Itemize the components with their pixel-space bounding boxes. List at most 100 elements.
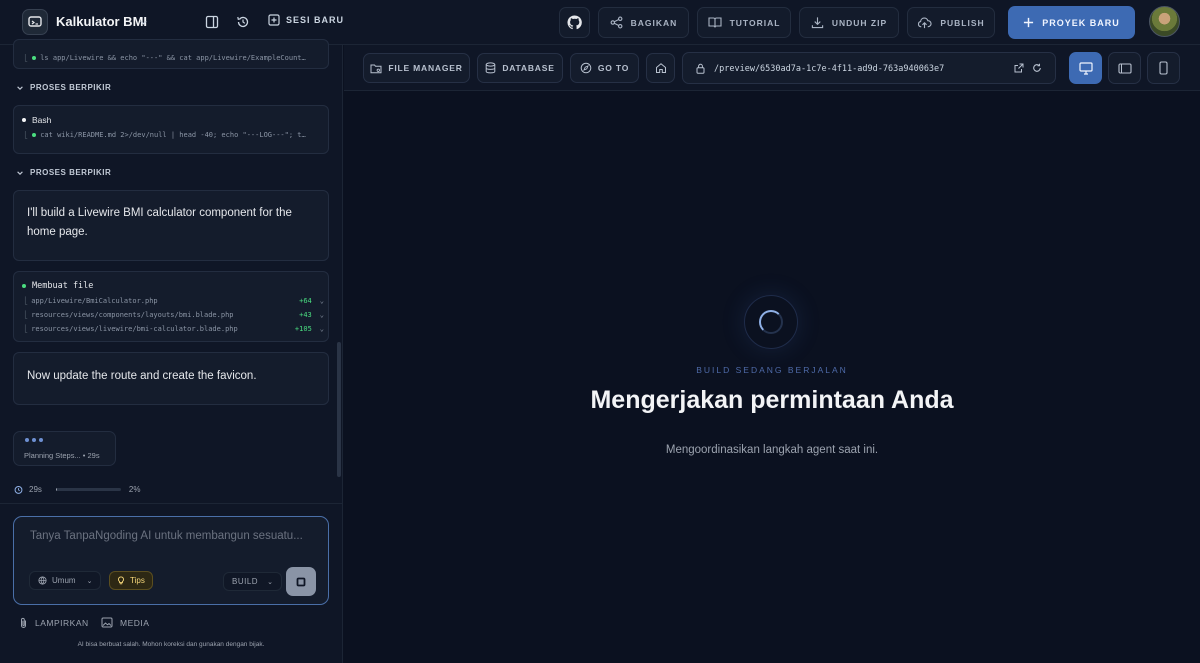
url-text: /preview/6530ad7a-1c7e-4f11-ad9d-763a940… bbox=[714, 64, 945, 74]
assistant-message-2: Now update the route and create the favi… bbox=[13, 352, 329, 405]
smartphone-icon bbox=[1159, 61, 1168, 75]
divider bbox=[0, 503, 342, 504]
preview-subtext: Mengoordinasikan langkah agent saat ini. bbox=[665, 444, 879, 456]
home-button[interactable] bbox=[646, 53, 675, 83]
desktop-view-button[interactable] bbox=[1069, 52, 1102, 84]
file-row[interactable]: ⎣ resources/views/livewire/bmi-calculator… bbox=[24, 325, 324, 333]
folder-icon bbox=[370, 64, 382, 73]
file-added-count: +64 bbox=[299, 297, 312, 305]
history-icon[interactable] bbox=[234, 13, 252, 31]
build-mode-select[interactable]: BUILD ⌄ bbox=[223, 572, 283, 591]
tablet-view-button[interactable] bbox=[1108, 52, 1141, 84]
thinking-section-toggle[interactable]: PROSES BERPIKIR bbox=[16, 83, 111, 92]
download-icon bbox=[811, 17, 824, 29]
lightbulb-icon bbox=[118, 576, 124, 585]
download-zip-button[interactable]: UNDUH ZIP bbox=[799, 7, 899, 38]
chevron-down-icon: ⌄ bbox=[86, 577, 93, 585]
success-dot-icon bbox=[32, 56, 37, 60]
lock-icon bbox=[696, 63, 705, 74]
chat-input[interactable] bbox=[30, 530, 315, 542]
chevron-down-icon bbox=[17, 85, 23, 90]
share-button[interactable]: BAGIKAN bbox=[598, 7, 689, 38]
plus-icon bbox=[1024, 17, 1034, 28]
avatar[interactable] bbox=[1149, 6, 1180, 37]
share-label: BAGIKAN bbox=[630, 17, 678, 28]
chat-panel: ⎣ ls app/Livewire && echo "---" && cat a… bbox=[0, 39, 343, 663]
build-mode-label: BUILD bbox=[232, 577, 259, 586]
bash-command-text: cat wiki/README.md 2>/dev/null | head -4… bbox=[40, 131, 306, 139]
tips-label: Tips bbox=[130, 576, 145, 585]
tool-command: ⎣ ls app/Livewire && echo "---" && cat a… bbox=[24, 54, 306, 62]
new-session-button[interactable]: SESI BARU bbox=[268, 14, 344, 26]
tips-button[interactable]: Tips bbox=[109, 571, 153, 590]
assistant-message: I'll build a Livewire BMI calculator com… bbox=[13, 190, 329, 261]
database-icon bbox=[486, 62, 496, 74]
planning-status: Planning Steps... • 29s bbox=[13, 431, 116, 466]
success-dot-icon bbox=[32, 133, 37, 137]
thinking-section-label: PROSES BERPIKIR bbox=[30, 83, 112, 92]
progress-fill bbox=[55, 488, 58, 491]
book-icon bbox=[708, 17, 722, 28]
new-project-button[interactable]: PROYEK BARU bbox=[1008, 6, 1135, 39]
stop-button[interactable] bbox=[286, 567, 316, 596]
monitor-icon bbox=[1078, 61, 1093, 75]
refresh-icon[interactable] bbox=[1032, 63, 1042, 73]
mobile-view-button[interactable] bbox=[1147, 52, 1180, 84]
app-title[interactable]: Kalkulator BMI bbox=[56, 14, 147, 29]
chevron-down-icon[interactable]: ⌄ bbox=[320, 297, 324, 305]
disclaimer: AI bisa berbuat salah. Mohon koreksi dan… bbox=[77, 641, 265, 648]
file-manager-button[interactable]: FILE MANAGER bbox=[363, 53, 470, 83]
media-button[interactable]: MEDIA bbox=[101, 617, 149, 628]
attach-label: LAMPIRKAN bbox=[35, 618, 89, 628]
progress-percent: 2% bbox=[128, 485, 141, 494]
tool-card-top: ⎣ ls app/Livewire && echo "---" && cat a… bbox=[13, 39, 329, 69]
elapsed-time: 29s bbox=[29, 485, 42, 494]
chevron-down-icon[interactable]: ⌄ bbox=[320, 311, 324, 319]
paperclip-icon bbox=[21, 617, 26, 628]
database-button[interactable]: DATABASE bbox=[477, 53, 563, 83]
chevron-down-icon[interactable] bbox=[139, 14, 148, 32]
file-row[interactable]: ⎣ app/Livewire/BmiCalculator.php +64 ⌄ bbox=[24, 297, 324, 305]
loading-spinner-icon bbox=[744, 295, 798, 349]
assistant-message-text: I'll build a Livewire BMI calculator com… bbox=[27, 207, 292, 238]
tutorial-label: TUTORIAL bbox=[729, 17, 781, 28]
mode-select[interactable]: Umum ⌄ bbox=[29, 571, 102, 590]
progress-bar bbox=[55, 488, 121, 491]
chat-scrollbar[interactable] bbox=[337, 342, 341, 477]
attach-button[interactable]: LAMPIRKAN bbox=[19, 617, 89, 629]
thinking-section-toggle-2[interactable]: PROSES BERPIKIR bbox=[16, 168, 111, 177]
tutorial-button[interactable]: TUTORIAL bbox=[697, 7, 791, 38]
url-bar[interactable]: /preview/6530ad7a-1c7e-4f11-ad9d-763a940… bbox=[682, 52, 1056, 84]
home-icon bbox=[655, 63, 666, 73]
github-button[interactable] bbox=[559, 7, 590, 38]
top-command-text: ls app/Livewire && echo "---" && cat app… bbox=[40, 54, 306, 62]
file-manager-label: FILE MANAGER bbox=[388, 63, 463, 73]
chevron-down-icon[interactable]: ⌄ bbox=[320, 325, 324, 333]
tablet-icon bbox=[1117, 62, 1132, 74]
mode-label: Umum bbox=[52, 576, 76, 585]
go-to-label: GO TO bbox=[597, 63, 630, 73]
new-session-label: SESI BARU bbox=[286, 15, 345, 25]
new-project-label: PROYEK BARU bbox=[1042, 17, 1120, 28]
image-icon bbox=[101, 617, 113, 628]
go-to-button[interactable]: GO TO bbox=[570, 53, 639, 83]
chevron-down-icon bbox=[17, 170, 23, 175]
sidebar-toggle-icon[interactable] bbox=[203, 13, 221, 31]
share-icon bbox=[610, 16, 623, 29]
file-row[interactable]: ⎣ resources/views/components/layouts/bmi.… bbox=[24, 311, 324, 319]
thinking-section-label-2: PROSES BERPIKIR bbox=[30, 168, 112, 177]
create-file-card: Membuat file ⎣ app/Livewire/BmiCalculator… bbox=[13, 271, 329, 342]
file-path: resources/views/components/layouts/bmi.b… bbox=[31, 311, 234, 319]
create-file-title-text: Membuat file bbox=[32, 281, 94, 291]
file-added-count: +43 bbox=[299, 311, 312, 319]
bash-tool-card[interactable]: Bash ⎣ cat wiki/README.md 2>/dev/null | … bbox=[13, 105, 329, 154]
app-logo-icon[interactable] bbox=[22, 9, 48, 35]
success-dot-icon bbox=[22, 284, 26, 288]
preview-heading: Mengerjakan permintaan Anda bbox=[590, 386, 954, 414]
stop-icon bbox=[296, 577, 306, 586]
publish-label: PUBLISH bbox=[940, 17, 985, 28]
github-icon bbox=[567, 15, 582, 30]
publish-button[interactable]: PUBLISH bbox=[907, 7, 995, 38]
external-link-icon[interactable] bbox=[1014, 63, 1024, 73]
build-status: BUILD SEDANG BERJALAN bbox=[696, 365, 848, 375]
